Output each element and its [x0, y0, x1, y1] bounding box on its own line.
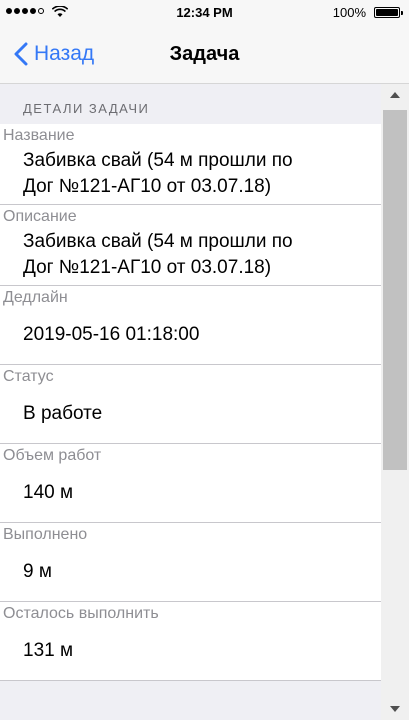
field-value: В работе	[23, 403, 103, 424]
field-label: Выполнено	[3, 526, 88, 543]
field-value-line: Дог №121-АГ10 от 03.07.18)	[23, 176, 272, 197]
field-status[interactable]: Статус В работе	[0, 365, 381, 444]
field-value: 140 м	[23, 482, 74, 503]
field-value: Забивка свай (54 м прошли по Дог №121-АГ…	[0, 146, 381, 204]
field-deadline[interactable]: Дедлайн 2019-05-16 01:18:00	[0, 286, 381, 365]
task-details-list: Название Забивка свай (54 м прошли по До…	[0, 124, 381, 681]
scrollbar[interactable]	[381, 84, 409, 720]
field-label: Объем работ	[3, 447, 102, 464]
battery-icon	[374, 7, 403, 18]
field-label: Название	[3, 127, 75, 144]
field-value: 2019-05-16 01:18:00	[23, 324, 200, 345]
status-bar: 12:34 PM 100%	[0, 0, 409, 24]
field-completed[interactable]: Выполнено 9 м	[0, 523, 381, 602]
scrollbar-thumb[interactable]	[383, 110, 407, 470]
scroll-up-arrow-icon[interactable]	[390, 92, 400, 98]
battery-percent: 100%	[332, 5, 366, 20]
field-value: 131 м	[23, 640, 74, 661]
field-value: 9 м	[23, 561, 52, 582]
navigation-bar: Назад Задача	[0, 24, 409, 84]
field-label: Дедлайн	[3, 289, 68, 306]
field-label: Осталось выполнить	[3, 605, 159, 622]
page-title: Задача	[169, 43, 240, 65]
field-remaining[interactable]: Осталось выполнить 131 м	[0, 602, 381, 681]
field-description[interactable]: Описание Забивка свай (54 м прошли по До…	[0, 205, 381, 286]
field-value-line: Забивка свай (54 м прошли по	[23, 231, 293, 252]
field-label: Статус	[3, 368, 54, 385]
task-details-content: ДЕТАЛИ ЗАДАЧИ Название Забивка свай (54 …	[0, 84, 409, 720]
section-header: ДЕТАЛИ ЗАДАЧИ	[23, 101, 150, 116]
field-value-line: Дог №121-АГ10 от 03.07.18)	[23, 257, 272, 278]
field-value: Забивка свай (54 м прошли по Дог №121-АГ…	[0, 227, 381, 285]
field-value-line: Забивка свай (54 м прошли по	[23, 150, 293, 171]
scroll-down-arrow-icon[interactable]	[390, 706, 400, 712]
field-label: Описание	[3, 208, 77, 225]
field-name[interactable]: Название Забивка свай (54 м прошли по До…	[0, 124, 381, 205]
field-work-volume[interactable]: Объем работ 140 м	[0, 444, 381, 523]
